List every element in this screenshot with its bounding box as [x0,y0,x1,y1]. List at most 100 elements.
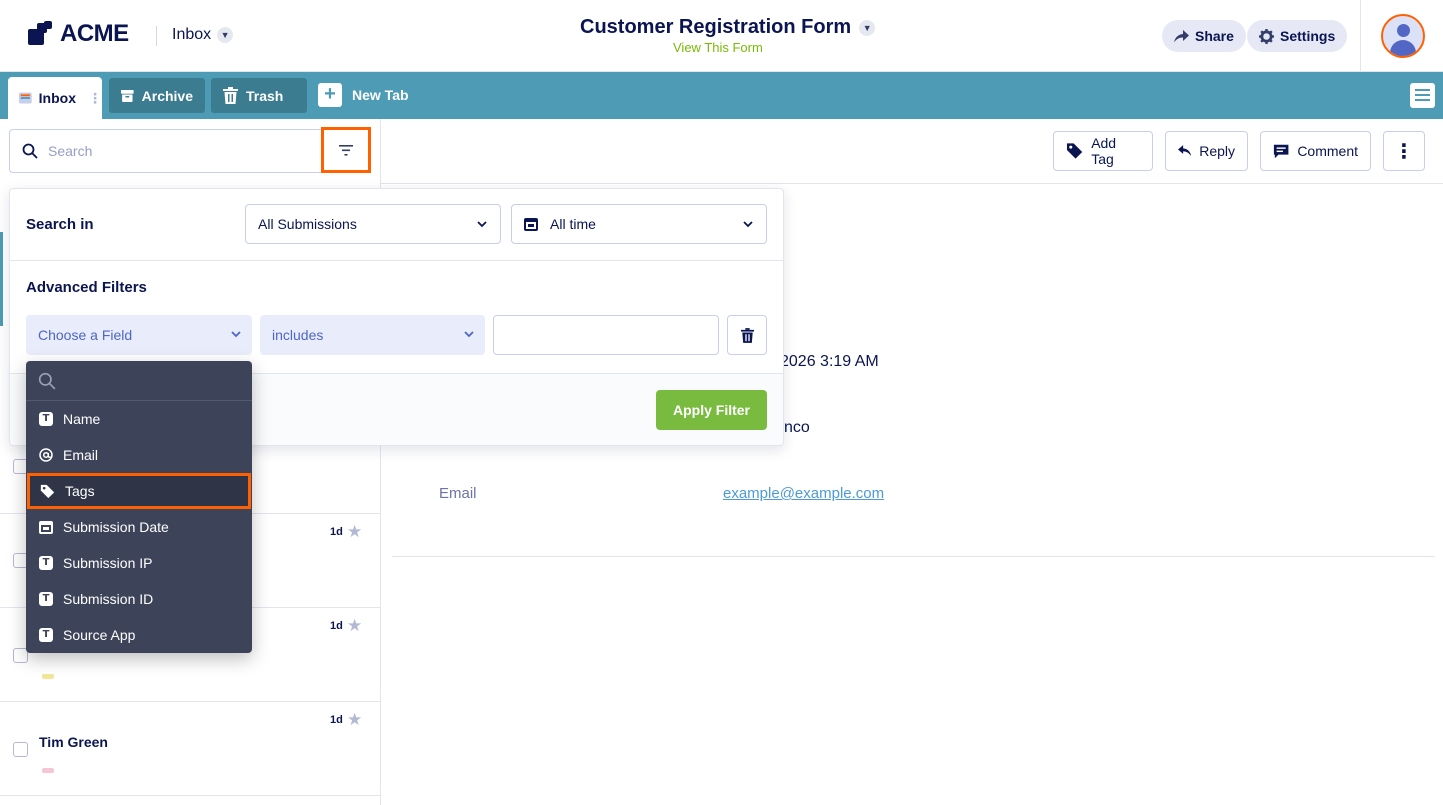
gear-icon [1259,28,1274,44]
add-tag-label: Add Tag [1091,135,1117,167]
row-tag-indicator [42,674,54,679]
acme-logo[interactable]: ACME [28,20,129,48]
reply-button[interactable]: Reply [1165,131,1248,171]
view-form-link[interactable]: View This Form [673,40,763,55]
list-item[interactable]: 1d ★ Tim Green [0,702,380,796]
new-tab-button[interactable]: + New Tab [318,83,409,107]
dropdown-search-input[interactable] [26,361,252,401]
reply-label: Reply [1199,143,1235,159]
field-option-label: Submission Date [63,519,169,535]
logo-text: ACME [60,20,129,47]
field-option-label: Submission ID [63,591,154,607]
settings-button[interactable]: Settings [1247,20,1348,52]
avatar-body [1390,40,1416,56]
hamburger-menu-icon[interactable] [1410,83,1435,108]
field-select-value: Choose a Field [38,327,133,343]
share-icon [1174,29,1189,42]
new-tab-label: New Tab [352,87,409,103]
field-dropdown-menu: T Name Email Tags Submission Date T Subm… [26,361,252,653]
submissions-select[interactable]: All Submissions [245,204,501,244]
tab-inbox[interactable]: Inbox ⋮ [8,77,102,119]
field-option-name[interactable]: T Name [26,401,252,437]
text-icon: T [39,628,53,642]
submission-name-value: nco [784,419,810,436]
time-range-select[interactable]: All time [511,204,767,244]
chevron-down-icon [464,331,474,338]
field-option-submission-id[interactable]: T Submission ID [26,581,252,617]
form-title[interactable]: Customer Registration Form ▼ [580,16,876,39]
time-range-value: All time [550,216,596,232]
comment-label: Comment [1297,143,1358,159]
avatar-head [1397,24,1410,37]
field-select[interactable]: Choose a Field [26,315,252,355]
selected-row-indicator [0,232,3,326]
star-icon[interactable]: ★ [347,522,362,542]
more-options-button[interactable]: ⋮ [1383,131,1425,171]
field-option-tags[interactable]: Tags [27,473,251,509]
field-option-label: Name [63,411,101,427]
field-option-label: Source App [63,627,136,643]
inbox-switcher[interactable]: Inbox ▼ [172,26,234,44]
chevron-down-icon [231,331,241,338]
at-icon [39,448,53,462]
field-option-label: Submission IP [63,555,153,571]
more-vertical-icon: ⋮ [1394,140,1414,163]
app-header: ACME Inbox ▼ Customer Registration Form … [0,0,1443,72]
tag-icon [1066,143,1083,159]
row-tag-indicator [42,768,54,773]
chevron-down-icon: ▼ [217,27,234,43]
field-option-source-app[interactable]: T Source App [26,617,252,653]
advanced-filters-label: Advanced Filters [26,279,147,296]
email-field-label: Email [439,485,477,502]
field-option-label: Email [63,447,99,463]
tab-bar: Inbox ⋮ Archive Trash + New Tab [0,72,1443,119]
star-icon[interactable]: ★ [347,616,362,636]
filter-icon [339,144,353,156]
text-icon: T [39,412,53,426]
archive-icon [121,89,134,102]
chevron-down-icon [743,221,753,228]
row-age: 1d [330,526,343,538]
comment-button[interactable]: Comment [1260,131,1371,171]
row-checkbox[interactable] [13,742,28,757]
form-title-text: Customer Registration Form [580,16,852,38]
filter-button[interactable] [321,127,371,173]
tab-trash[interactable]: Trash [211,78,307,113]
user-avatar[interactable] [1381,14,1425,58]
share-button[interactable]: Share [1162,20,1246,52]
email-field-link[interactable]: example@example.com [723,485,884,502]
field-option-label: Tags [65,483,95,499]
field-option-email[interactable]: Email [26,437,252,473]
plus-icon: + [318,83,342,107]
operator-select-value: includes [272,327,324,343]
submissions-select-value: All Submissions [258,216,357,232]
remove-filter-button[interactable] [727,315,767,355]
acme-logo-icon [28,21,54,47]
header-divider [156,26,157,46]
chevron-down-icon: ▼ [859,19,876,36]
text-icon: T [39,592,53,606]
field-option-submission-date[interactable]: Submission Date [26,509,252,545]
text-icon: T [39,556,53,570]
apply-filter-button[interactable]: Apply Filter [656,390,767,430]
inbox-switcher-label: Inbox [172,26,212,43]
tab-archive[interactable]: Archive [109,78,205,113]
tab-drag-handle-icon[interactable]: ⋮ [88,90,102,107]
operator-select[interactable]: includes [260,315,485,355]
search-icon [22,143,38,159]
calendar-icon [39,521,53,534]
star-icon[interactable]: ★ [347,710,362,730]
field-option-submission-ip[interactable]: T Submission IP [26,545,252,581]
search-icon [38,372,56,389]
row-name: Tim Green [39,734,108,750]
comment-icon [1273,144,1289,158]
submission-date-value: 2026 3:19 AM [780,353,879,370]
row-age: 1d [330,620,343,632]
detail-divider [392,556,1435,557]
search-input[interactable]: Search [9,129,321,173]
trash-icon [740,327,754,343]
tab-inbox-label: Inbox [38,90,76,106]
add-tag-button[interactable]: Add Tag [1053,131,1153,171]
tab-archive-label: Archive [141,87,193,104]
filter-value-input[interactable] [493,315,719,355]
